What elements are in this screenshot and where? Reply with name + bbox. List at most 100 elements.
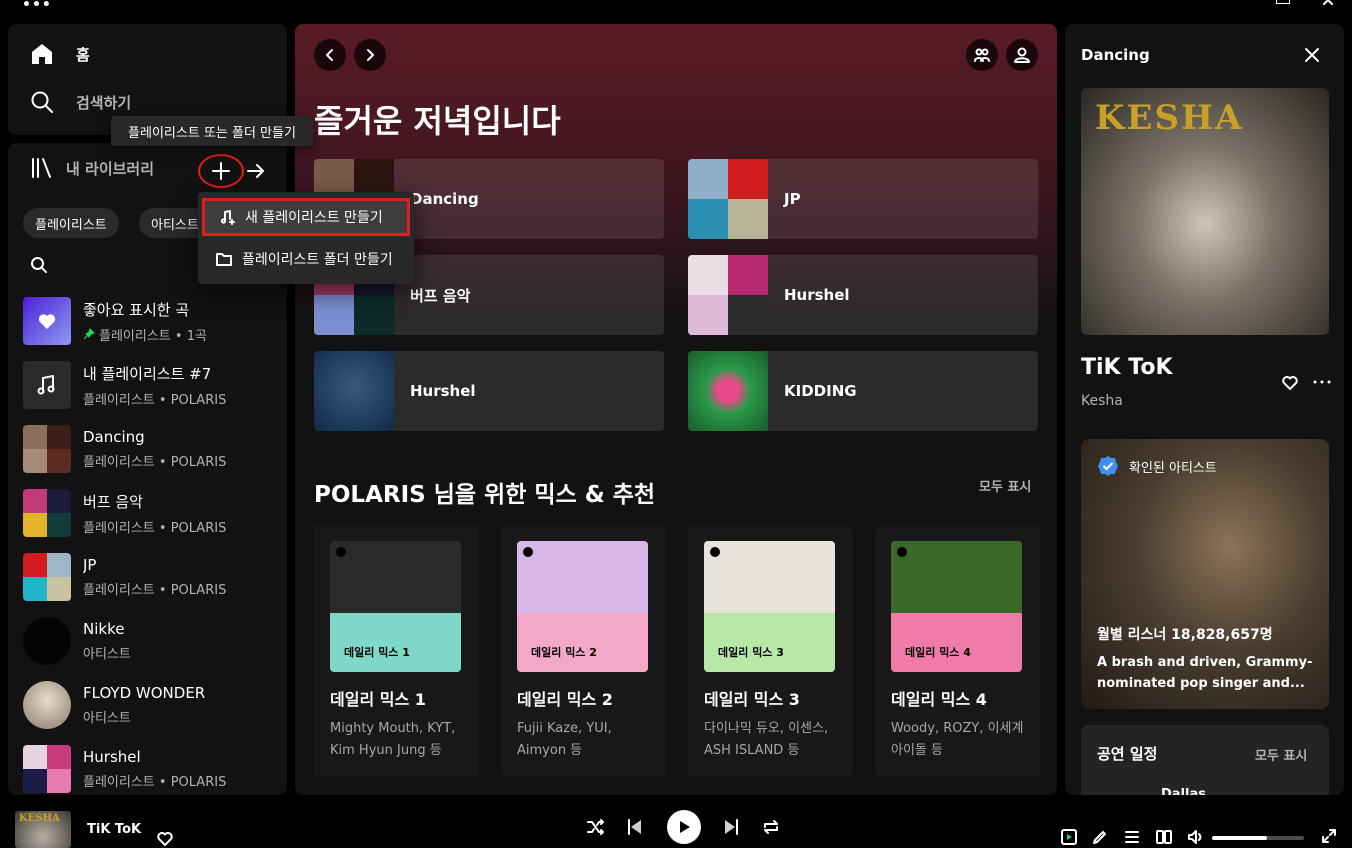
library-item-name: Hurshel — [83, 748, 141, 766]
expand-library-icon[interactable] — [246, 161, 266, 181]
forward-button[interactable] — [354, 39, 386, 71]
library-item-my-playlist-7[interactable]: 내 플레이리스트 #7 플레이리스트 • POLARIS — [23, 357, 273, 413]
tour-show-all-link[interactable]: 모두 표시 — [1255, 745, 1307, 764]
song-title[interactable]: TiK ToK — [1081, 355, 1173, 380]
volume-icon[interactable] — [1187, 829, 1203, 845]
mix-card-3[interactable]: 데일리 믹스 3 데일리 믹스 3 다이나믹 듀오, 이센스, ASH ISLA… — [688, 525, 853, 777]
close-icon[interactable] — [1304, 47, 1320, 63]
now-playing-view-icon[interactable] — [1061, 829, 1077, 845]
library-item-nikke[interactable]: Nikke 아티스트 — [23, 613, 273, 669]
mix-card-1[interactable]: 데일리 믹스 1 데일리 믹스 1 Mighty Mouth, KYT, Kim… — [314, 525, 479, 777]
tour-city[interactable]: Dallas — [1161, 787, 1206, 795]
mix-card-4[interactable]: 데일리 믹스 4 데일리 믹스 4 Woody, ROZY, 이세계 아이돌 등 — [875, 525, 1040, 777]
user-icon — [1014, 47, 1030, 63]
library-item-name: JP — [83, 556, 97, 574]
tile-art — [688, 159, 768, 239]
card-title: 데일리 믹스 3 — [704, 690, 800, 709]
card-art: 데일리 믹스 2 — [517, 541, 648, 672]
library-item-dancing[interactable]: Dancing 플레이리스트 • POLARIS — [23, 421, 273, 477]
library-item-sub: 플레이리스트 • POLARIS — [83, 520, 227, 536]
tile-label: 버프 음악 — [410, 286, 471, 305]
nav-search[interactable]: 검색하기 — [30, 86, 131, 118]
library-item-name: 버프 음악 — [83, 492, 143, 511]
card-desc: Fujii Kaze, YUI, Aimyon 등 — [517, 721, 612, 758]
buff-music-thumb — [23, 489, 71, 537]
volume-slider[interactable] — [1212, 836, 1304, 840]
play-button[interactable] — [667, 810, 701, 844]
shuffle-icon[interactable] — [587, 818, 605, 836]
friends-icon — [974, 48, 990, 62]
user-profile-button[interactable] — [1006, 39, 1038, 71]
library-icon — [32, 158, 51, 178]
now-playing-context[interactable]: Dancing — [1081, 46, 1150, 64]
filter-chip-playlists[interactable]: 플레이리스트 — [23, 208, 119, 238]
player-album-art[interactable]: KESHA — [15, 811, 71, 848]
tile-label: KIDDING — [784, 382, 857, 400]
library-item-hurshel[interactable]: Hurshel 플레이리스트 • POLARIS — [23, 741, 273, 795]
tour-card: 공연 일정 모두 표시 Dallas — [1081, 725, 1329, 795]
more-options-icon[interactable] — [1312, 372, 1332, 392]
card-badge: 데일리 믹스 1 — [344, 646, 410, 659]
add-music-icon — [220, 210, 235, 225]
library-search-icon[interactable] — [30, 256, 48, 274]
chevron-left-icon — [326, 49, 333, 61]
tile-art — [314, 351, 394, 431]
menu-item-label: 플레이리스트 폴더 만들기 — [242, 252, 393, 268]
chevron-right-icon — [367, 49, 374, 61]
shortcut-tile-jp[interactable]: JP — [688, 159, 1038, 239]
now-playing-panel: Dancing KESHA TiK ToK Kesha 확인된 아티스트 월별 … — [1065, 24, 1344, 795]
song-artist[interactable]: Kesha — [1081, 393, 1123, 409]
liked-songs-thumb — [23, 297, 71, 345]
library-item-floyd-wonder[interactable]: FLOYD WONDER 아티스트 — [23, 677, 273, 733]
close-window-icon[interactable] — [1322, 0, 1338, 6]
artist-avatar — [23, 617, 71, 665]
shortcut-tile-kidding[interactable]: KIDDING — [688, 351, 1038, 431]
tile-label: Dancing — [410, 190, 479, 208]
spotify-logo-icon — [710, 547, 720, 557]
restore-window-button[interactable] — [1276, 0, 1290, 4]
library-title: 내 라이브러리 — [66, 159, 155, 178]
tile-art — [688, 351, 768, 431]
shortcut-tile-hurshel-artist[interactable]: Hurshel — [314, 351, 664, 431]
monthly-listeners: 월별 리스너 18,828,657명 — [1097, 627, 1273, 643]
create-context-menu: 새 플레이리스트 만들기 플레이리스트 폴더 만들기 — [198, 192, 414, 284]
app-menu-button[interactable]: ••• — [22, 0, 52, 12]
menu-item-new-folder[interactable]: 플레이리스트 폴더 만들기 — [202, 240, 410, 278]
show-all-link[interactable]: 모두 표시 — [979, 476, 1031, 495]
create-playlist-button[interactable] — [198, 154, 244, 188]
lyrics-icon[interactable] — [1092, 829, 1108, 845]
card-badge: 데일리 믹스 2 — [531, 646, 597, 659]
main-view: 즐거운 저녁입니다 Dancing JP 버프 음악 Hurshel Hursh… — [295, 24, 1057, 795]
player-song-title[interactable]: TiK ToK — [87, 822, 141, 837]
heart-icon[interactable] — [156, 830, 174, 848]
fullscreen-icon[interactable] — [1322, 829, 1336, 843]
nav-search-label: 검색하기 — [76, 93, 132, 112]
card-desc: Woody, ROZY, 이세계 아이돌 등 — [891, 721, 1024, 758]
connect-device-icon[interactable] — [1156, 829, 1172, 845]
previous-track-icon[interactable] — [626, 818, 644, 836]
library-header[interactable]: 내 라이브러리 — [30, 157, 154, 179]
album-cover: KESHA — [1081, 88, 1329, 335]
mix-card-2[interactable]: 데일리 믹스 2 데일리 믹스 2 Fujii Kaze, YUI, Aimyo… — [501, 525, 666, 777]
queue-icon[interactable] — [1124, 829, 1140, 845]
card-title: 데일리 믹스 2 — [517, 690, 613, 709]
dancing-thumb — [23, 425, 71, 473]
home-icon — [32, 44, 52, 64]
section-title: POLARIS 님을 위한 믹스 & 추천 — [314, 482, 656, 508]
menu-item-label: 새 플레이리스트 만들기 — [245, 210, 383, 226]
library-item-liked-songs[interactable]: 좋아요 표시한 곡 플레이리스트 • 1곡 — [23, 293, 273, 349]
library-item-jp[interactable]: JP 플레이리스트 • POLARIS — [23, 549, 273, 605]
menu-item-new-playlist[interactable]: 새 플레이리스트 만들기 — [202, 198, 410, 236]
nav-home[interactable]: 홈 — [30, 38, 90, 70]
next-track-icon[interactable] — [722, 818, 740, 836]
back-button[interactable] — [314, 39, 346, 71]
library-item-buff-music[interactable]: 버프 음악 플레이리스트 • POLARIS — [23, 485, 273, 541]
verified-label: 확인된 아티스트 — [1129, 460, 1217, 476]
friend-activity-button[interactable] — [966, 39, 998, 71]
artist-card[interactable]: 확인된 아티스트 월별 리스너 18,828,657명 A brash and … — [1081, 439, 1329, 709]
heart-icon[interactable] — [1281, 374, 1299, 392]
repeat-icon[interactable] — [762, 818, 780, 836]
artist-bio: A brash and driven, Grammy-nominated pop… — [1097, 655, 1313, 691]
shortcut-tile-hurshel[interactable]: Hurshel — [688, 255, 1038, 335]
music-note-icon — [37, 375, 55, 395]
